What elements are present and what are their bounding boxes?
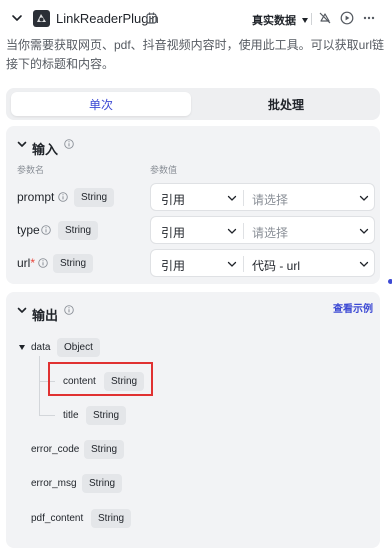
ref-type-select[interactable]: 引用: [161, 191, 185, 208]
type-badge: String: [86, 406, 127, 425]
variable-select[interactable]: 代码 - url: [252, 257, 300, 274]
expand-caret-icon[interactable]: [19, 345, 25, 350]
param-name-type: type: [17, 223, 40, 237]
chevron-down-icon[interactable]: [10, 11, 24, 25]
variable-select[interactable]: 请选择: [252, 191, 288, 208]
ref-type-select[interactable]: 引用: [161, 224, 185, 241]
info-icon[interactable]: [41, 225, 51, 235]
output-field-error-msg: error_msg: [31, 478, 77, 489]
debug-icon[interactable]: [146, 12, 157, 24]
chevron-down-icon[interactable]: [359, 193, 369, 203]
column-header-value: 参数值: [150, 165, 178, 175]
data-mode-label: 真实数据: [252, 15, 296, 27]
divider: [311, 13, 312, 25]
chevron-down-icon[interactable]: [227, 259, 237, 269]
caret-down-icon: [302, 17, 308, 23]
output-section-title: 输出: [32, 308, 59, 323]
param-value-select-type: 引用 请选择: [150, 216, 375, 244]
output-field-error-code: error_code: [31, 444, 80, 455]
variable-select[interactable]: 请选择: [252, 224, 288, 241]
divider: [243, 223, 244, 239]
divider: [243, 256, 244, 272]
required-mark: *: [30, 256, 36, 270]
chevron-down-icon[interactable]: [16, 304, 28, 316]
output-field-title: title: [63, 410, 79, 421]
tab-single[interactable]: 单次: [11, 92, 191, 116]
plugin-description: 当你需要获取网页、pdf、抖音视频内容时，使用此工具。可以获取url链接下的标题…: [6, 38, 385, 71]
view-example-link[interactable]: 查看示例: [333, 300, 373, 315]
plugin-logo-icon: [33, 10, 50, 27]
scroll-indicator[interactable]: [388, 279, 392, 284]
output-section: 输出 查看示例 data Object content String title…: [6, 292, 380, 548]
chevron-down-icon[interactable]: [359, 226, 369, 236]
ref-type-select[interactable]: 引用: [161, 257, 185, 274]
column-header-name: 参数名: [17, 165, 45, 175]
mode-tabs: 单次 批处理: [6, 88, 380, 120]
param-value-select-url: 引用 代码 - url: [150, 249, 375, 277]
more-icon[interactable]: [362, 11, 376, 25]
tree-connector: [39, 356, 40, 416]
input-section: 输入 参数名 参数值 prompt String 引用 请选择 type Str…: [6, 126, 380, 284]
chevron-down-icon[interactable]: [359, 259, 369, 269]
output-field-pdf-content: pdf_content: [31, 513, 84, 524]
type-badge: String: [84, 440, 125, 459]
param-value-select-prompt: 引用 请选择: [150, 183, 375, 211]
param-name-url-text: url: [17, 256, 31, 270]
info-icon[interactable]: [64, 139, 74, 149]
type-badge: String: [91, 509, 132, 528]
chevron-down-icon[interactable]: [227, 193, 237, 203]
type-badge: String: [82, 474, 123, 493]
info-icon[interactable]: [64, 305, 74, 315]
type-badge: String: [58, 221, 99, 240]
data-mode-select[interactable]: 真实数据: [252, 12, 308, 28]
divider: [243, 190, 244, 206]
info-icon[interactable]: [38, 258, 48, 268]
highlight-box: [48, 362, 153, 396]
info-icon[interactable]: [58, 192, 68, 202]
type-badge: Object: [57, 338, 100, 357]
type-badge: String: [74, 188, 115, 207]
param-name-prompt: prompt: [17, 190, 55, 204]
chevron-down-icon[interactable]: [16, 138, 28, 150]
run-icon[interactable]: [340, 11, 354, 25]
param-name-url: url*: [17, 256, 35, 270]
tree-connector: [39, 415, 55, 416]
tab-batch[interactable]: 批处理: [196, 92, 376, 116]
output-field-data: data: [31, 342, 51, 353]
plugin-title: LinkReaderPlugin: [56, 11, 159, 26]
chevron-down-icon[interactable]: [227, 226, 237, 236]
input-section-title: 输入: [32, 142, 59, 157]
node-header: LinkReaderPlugin 真实数据: [0, 0, 392, 36]
no-notification-icon[interactable]: [318, 11, 332, 25]
type-badge: String: [53, 254, 94, 273]
